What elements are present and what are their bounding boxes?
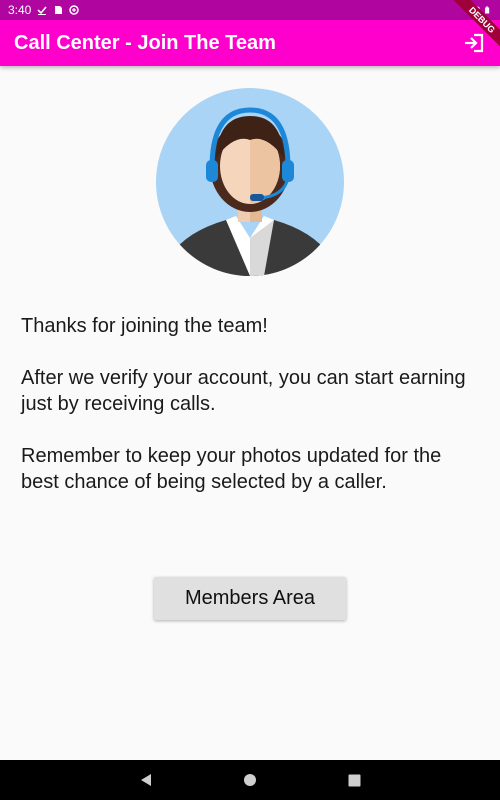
- status-time: 3:40: [8, 3, 32, 17]
- download-check-icon: [37, 6, 47, 15]
- home-button[interactable]: [241, 771, 259, 789]
- home-icon: [244, 774, 256, 786]
- system-nav-bar: [0, 760, 500, 800]
- message-paragraph-3: Remember to keep your photos updated for…: [21, 445, 442, 493]
- sim-card-icon: [55, 6, 63, 14]
- back-icon: [141, 774, 151, 786]
- message-paragraph-2: After we verify your account, you can st…: [21, 367, 466, 415]
- logout-icon: [465, 33, 484, 53]
- battery-icon: [485, 6, 490, 14]
- recents-button[interactable]: [345, 771, 363, 789]
- app-title: Call Center - Join The Team: [14, 31, 276, 54]
- back-button[interactable]: [137, 771, 155, 789]
- data-saver-icon: [69, 5, 80, 15]
- welcome-message: Thanks for joining the team! After we ve…: [21, 313, 481, 521]
- logout-button[interactable]: [462, 32, 486, 54]
- app-bar: Call Center - Join The Team: [0, 20, 500, 66]
- recents-icon: [348, 774, 360, 786]
- status-bar: 3:40: [0, 0, 500, 20]
- call-center-agent-avatar: [156, 88, 344, 276]
- message-paragraph-1: Thanks for joining the team!: [21, 315, 268, 337]
- members-area-button[interactable]: Members Area: [154, 577, 346, 620]
